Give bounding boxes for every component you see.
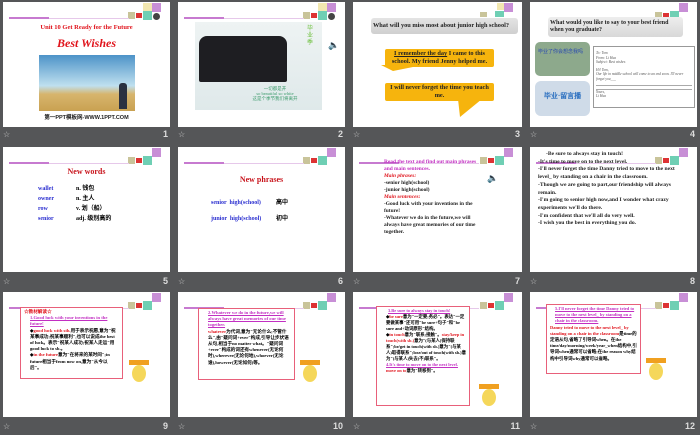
title-rule [9, 17, 129, 19]
phrase-item: senior high(school) 高中 [211, 200, 289, 206]
slide-number: 9 [162, 421, 168, 431]
phrase-list: senior high(school) 高中 junior high(school… [211, 195, 288, 227]
corner-decoration [480, 293, 514, 310]
corner-decoration [303, 148, 337, 165]
slide-number: 8 [689, 276, 695, 286]
slide-body: -Be sure to always stay in touch! -It's … [538, 151, 675, 227]
slide-thumbnail-5[interactable]: New words wallet n. 钱包 owner n. 主人 row v. 划… [3, 147, 170, 272]
email-form: To: Tom From: Li Hua Subject: Best wishe… [593, 46, 695, 108]
speaker-icon[interactable]: 🔈 [487, 173, 498, 184]
slide-thumbnail-8[interactable]: -Be sure to always stay in touch! -It's … [530, 147, 697, 272]
star-icon[interactable]: ☆ [530, 130, 537, 139]
slide-thumbnail-11[interactable]: 3.Be sure to always stay in touch! ◆be s… [353, 292, 522, 417]
teacher-cartoon-icon [477, 384, 501, 408]
corner-decoration [128, 3, 162, 20]
slide-thumbnail-12[interactable]: 5.I'll never forget the time Danny tried… [530, 292, 697, 417]
star-icon[interactable]: ☆ [3, 277, 10, 286]
phrase-item: junior high(school) 初中 [211, 216, 289, 222]
star-icon[interactable]: ☆ [178, 277, 185, 286]
corner-decoration [128, 293, 162, 310]
word-item: senior adj. 级别高的 [38, 216, 112, 222]
slide-thumbnail-6[interactable]: New phrases senior high(school) 高中 junior… [178, 147, 345, 272]
explanation-box: 5.I'll never forget the time Danny tried… [546, 304, 641, 374]
corner-decoration [655, 293, 689, 310]
star-icon[interactable]: ☆ [3, 130, 10, 139]
slide-thumbnail-7[interactable]: Read the text and find out main phrases … [353, 147, 522, 272]
star-icon[interactable]: ☆ [3, 422, 10, 431]
slide-title: New phrases [239, 175, 284, 184]
explanation-box: ☆教材解读☆ 1.Good luck with your inventions … [20, 307, 123, 379]
teacher-cartoon-icon [127, 360, 151, 384]
slide-footer: 第一PPT模板网-WWW.1PPT.COM [44, 115, 129, 121]
star-icon[interactable]: ☆ [178, 130, 185, 139]
graduates-photo: 一切都是开 so beautiful so white 这是个季节我们将离开 毕业季 [195, 22, 322, 110]
slide-number: 1 [162, 129, 168, 139]
slide-number: 3 [514, 129, 520, 139]
word-item: row v. 划（船） [38, 206, 106, 212]
slide-number: 6 [337, 276, 343, 286]
slide-body: Read the text and find out main phrases … [384, 159, 477, 235]
businessman-photo [39, 55, 135, 111]
slide-title: New words [67, 167, 106, 176]
star-icon[interactable]: ☆ [353, 130, 360, 139]
question-banner: What would you like to say to your best … [548, 17, 683, 37]
slide-number: 4 [689, 129, 695, 139]
photo-board: 毕业·留言播 [535, 81, 590, 116]
slide-number: 5 [162, 276, 168, 286]
corner-decoration [480, 148, 514, 165]
corner-decoration [303, 293, 337, 310]
caption-cn-2: 这是个季节我们将离开 [252, 96, 298, 101]
photo-note: 毕业了你会想念我吗 [535, 42, 590, 76]
slide-thumbnail-9[interactable]: ☆教材解读☆ 1.Good luck with your inventions … [3, 292, 170, 417]
star-icon[interactable]: ☆ [530, 422, 537, 431]
word-item: owner n. 主人 [38, 196, 95, 202]
teacher-cartoon-icon [644, 358, 668, 382]
slide-subtitle: Unit 10 Get Ready for the Future [40, 24, 133, 31]
question-banner: What will you miss most about junior hig… [371, 18, 518, 34]
slide-thumbnail-2[interactable]: 一切都是开 so beautiful so white 这是个季节我们将离开 毕业季… [178, 2, 345, 127]
corner-decoration [128, 148, 162, 165]
speaker-icon[interactable]: 🔈 [328, 40, 339, 51]
slide-thumbnail-4[interactable]: What would you like to say to your best … [530, 2, 697, 127]
explanation-box: 2.Whatever we do in the future,we will a… [198, 308, 295, 380]
word-item: wallet n. 钱包 [38, 186, 95, 192]
slide-number: 2 [337, 129, 343, 139]
slide-number: 10 [332, 421, 343, 431]
teacher-cartoon-icon [298, 360, 322, 384]
word-list: wallet n. 钱包 owner n. 主人 row v. 划（船） senior… [38, 184, 111, 224]
slide-thumbnail-1[interactable]: Unit 10 Get Ready for the Future Best Wi… [3, 2, 170, 127]
slide-thumbnail-3[interactable]: What will you miss most about junior hig… [353, 2, 522, 127]
star-icon[interactable]: ☆ [353, 422, 360, 431]
title-rule [184, 17, 304, 19]
slide-number: 12 [684, 421, 695, 431]
slide-number: 7 [514, 276, 520, 286]
star-icon[interactable]: ☆ [178, 422, 185, 431]
title-rule [184, 162, 304, 164]
explanation-box: 3.Be sure to always stay in touch! ◆be s… [376, 306, 470, 406]
slide-thumbnail-10[interactable]: 2.Whatever we do in the future,we will a… [178, 292, 345, 417]
star-icon[interactable]: ☆ [353, 277, 360, 286]
slide-title: Best Wishes [56, 36, 116, 50]
star-icon[interactable]: ☆ [530, 277, 537, 286]
title-rule [9, 162, 129, 164]
slide-number: 11 [510, 421, 520, 431]
corner-decoration [303, 3, 337, 20]
side-text: 毕业季 [307, 26, 314, 46]
